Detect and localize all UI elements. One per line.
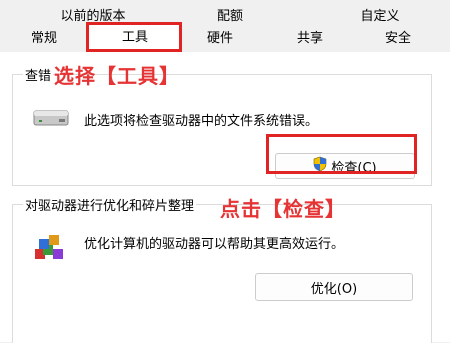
annotation-select-tools: 选择【工具】 xyxy=(54,64,180,88)
tab-security[interactable]: 安全 xyxy=(368,26,428,52)
tab-row-bottom: 常规 工具 硬件 共享 安全 xyxy=(0,24,450,53)
optimize-button[interactable]: 优化(O) xyxy=(255,273,413,301)
tools-tab-highlight xyxy=(86,22,182,52)
drive-icon xyxy=(33,109,69,127)
tab-hardware[interactable]: 硬件 xyxy=(190,26,250,52)
optimize-title: 对驱动器进行优化和碎片整理 xyxy=(23,195,197,214)
check-button-highlight xyxy=(266,134,417,174)
defrag-icon xyxy=(33,231,67,265)
tab-sharing[interactable]: 共享 xyxy=(280,26,340,52)
error-checking-title: 查错 xyxy=(23,65,54,84)
annotation-click-check: 点击【检查】 xyxy=(220,197,346,221)
optimize-description: 优化计算机的驱动器可以帮助其更高效运行。 xyxy=(84,237,345,252)
tab-row-top: 以前的版本 配额 自定义 xyxy=(0,0,450,28)
optimize-group: 对驱动器进行优化和碎片整理 优化计算机的驱动器可以帮助其更高效运行。 优化(O) xyxy=(12,195,432,343)
tab-general[interactable]: 常规 xyxy=(14,26,74,52)
error-checking-description: 此选项将检查驱动器中的文件系统错误。 xyxy=(84,114,319,129)
